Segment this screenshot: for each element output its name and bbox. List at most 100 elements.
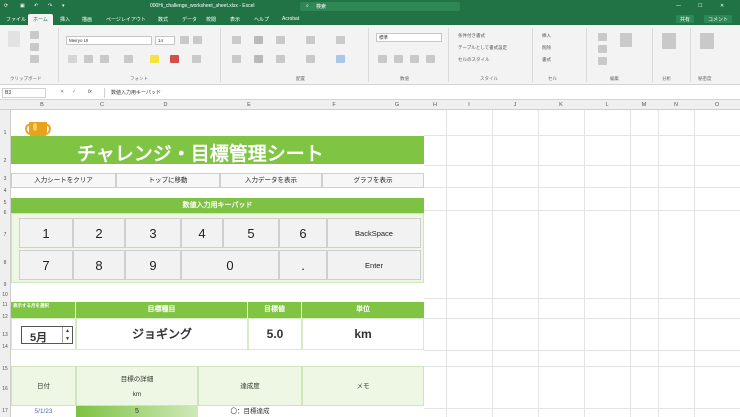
month-select[interactable]: 5月 ▲ ▼ xyxy=(21,326,73,344)
share-button[interactable]: 共有 xyxy=(676,15,695,23)
decimal-icon[interactable] xyxy=(426,55,435,63)
row-header[interactable]: 8 xyxy=(0,260,10,266)
column-header[interactable]: J xyxy=(492,102,538,108)
row-header[interactable]: 5 xyxy=(0,200,10,206)
tab-review[interactable]: 校閲 xyxy=(206,16,216,23)
row-header[interactable]: 6 xyxy=(0,210,10,216)
column-header[interactable]: N xyxy=(658,102,694,108)
redo-icon[interactable]: ↷ xyxy=(48,3,52,9)
row-header[interactable]: 12 xyxy=(0,314,10,320)
bold-icon[interactable] xyxy=(68,55,77,63)
maximize-icon[interactable]: ☐ xyxy=(698,3,702,9)
row-header[interactable]: 10 xyxy=(0,292,10,298)
undo-icon[interactable]: ↶ xyxy=(34,3,38,9)
tab-acrobat[interactable]: Acrobat xyxy=(282,16,299,22)
key-1[interactable]: 1 xyxy=(19,218,73,248)
align-top-icon[interactable] xyxy=(232,36,241,44)
qat-more-icon[interactable]: ▾ xyxy=(62,3,65,9)
close-icon[interactable]: ✕ xyxy=(720,3,724,9)
orientation-icon[interactable] xyxy=(306,36,315,44)
delete-cells-button[interactable]: 削除 xyxy=(542,45,551,51)
number-format-select[interactable]: 標準 xyxy=(376,33,442,42)
function-icon[interactable]: fx xyxy=(88,89,92,95)
formula-input[interactable]: 数値入力用キーパッド xyxy=(104,88,734,98)
font-color-icon[interactable] xyxy=(170,55,179,63)
align-left-icon[interactable] xyxy=(232,55,241,63)
align-middle-icon[interactable] xyxy=(254,36,263,44)
analyze-data-icon[interactable] xyxy=(662,33,676,49)
column-header[interactable]: G xyxy=(370,102,424,108)
currency-icon[interactable] xyxy=(378,55,387,63)
key-2[interactable]: 2 xyxy=(73,218,125,248)
comma-icon[interactable] xyxy=(410,55,419,63)
paste-icon[interactable] xyxy=(8,31,20,47)
row-header[interactable]: 7 xyxy=(0,232,10,238)
column-header[interactable]: I xyxy=(446,102,492,108)
conditional-format-button[interactable]: 条件付き書式 xyxy=(458,33,485,39)
minimize-icon[interactable]: — xyxy=(676,3,681,9)
sensitivity-icon[interactable] xyxy=(700,33,714,49)
tab-home[interactable]: ホーム xyxy=(28,14,53,25)
cancel-icon[interactable]: ✕ xyxy=(60,89,64,95)
key-3[interactable]: 3 xyxy=(125,218,181,248)
sort-filter-icon[interactable] xyxy=(620,33,632,47)
search-box[interactable]: ⌕ 検索 xyxy=(300,2,460,11)
row-header[interactable]: 9 xyxy=(0,282,10,288)
format-cells-button[interactable]: 書式 xyxy=(542,57,551,63)
align-right-icon[interactable] xyxy=(276,55,285,63)
font-name-select[interactable]: Meiryo UI xyxy=(66,36,152,45)
italic-icon[interactable] xyxy=(84,55,93,63)
format-as-table-button[interactable]: テーブルとして書式設定 xyxy=(458,45,507,51)
row-header[interactable]: 13 xyxy=(0,332,10,338)
unit-value[interactable]: km xyxy=(302,318,424,350)
column-header[interactable]: M xyxy=(630,102,658,108)
column-header[interactable]: E xyxy=(200,102,298,108)
insert-cells-button[interactable]: 挿入 xyxy=(542,33,551,39)
key-4[interactable]: 4 xyxy=(181,218,223,248)
tab-formulas[interactable]: 数式 xyxy=(158,16,168,23)
name-box[interactable]: B3 xyxy=(2,88,46,98)
copy-icon[interactable] xyxy=(30,43,39,51)
fill-color-icon[interactable] xyxy=(150,55,159,63)
comments-button[interactable]: コメント xyxy=(704,15,733,23)
font-size-select[interactable]: 14 xyxy=(155,36,175,45)
status-cell[interactable]: 〇：目標達成 xyxy=(198,406,302,417)
key-7[interactable]: 7 xyxy=(19,250,73,280)
key-6[interactable]: 6 xyxy=(279,218,327,248)
key-0[interactable]: 0 xyxy=(181,250,279,280)
autosave-icon[interactable]: ⟳ xyxy=(4,3,8,9)
key-5[interactable]: 5 xyxy=(223,218,279,248)
tab-insert[interactable]: 挿入 xyxy=(60,16,70,23)
shrink-font-icon[interactable] xyxy=(193,36,202,44)
value-bar-cell[interactable]: 5 xyxy=(76,406,198,417)
key-decimal[interactable]: . xyxy=(279,250,327,280)
column-header[interactable]: B xyxy=(11,102,73,108)
key-9[interactable]: 9 xyxy=(125,250,181,280)
column-header[interactable]: O xyxy=(694,102,740,108)
date-cell[interactable]: 5/1/23 xyxy=(11,406,76,417)
underline-icon[interactable] xyxy=(100,55,109,63)
column-header[interactable]: F xyxy=(298,102,370,108)
tab-data[interactable]: データ xyxy=(182,16,197,23)
tab-file[interactable]: ファイル xyxy=(6,16,26,23)
wrap-text-icon[interactable] xyxy=(336,36,345,44)
column-header[interactable]: L xyxy=(584,102,630,108)
column-header[interactable]: K xyxy=(538,102,584,108)
enter-icon[interactable]: ✓ xyxy=(72,89,76,95)
row-header[interactable]: 3 xyxy=(0,176,10,182)
borders-icon[interactable] xyxy=(124,55,133,63)
format-painter-icon[interactable] xyxy=(30,55,39,63)
row-header[interactable]: 11 xyxy=(0,302,10,308)
align-bottom-icon[interactable] xyxy=(276,36,285,44)
clear-input-button[interactable]: 入力シートをクリア xyxy=(11,173,116,188)
fill-icon[interactable] xyxy=(598,45,607,53)
tab-view[interactable]: 表示 xyxy=(230,16,240,23)
column-header[interactable]: C xyxy=(73,102,131,108)
tab-help[interactable]: ヘルプ xyxy=(254,16,269,23)
autosum-icon[interactable] xyxy=(598,33,607,41)
grow-font-icon[interactable] xyxy=(180,36,189,44)
cell-styles-button[interactable]: セルのスタイル xyxy=(458,57,490,63)
percent-icon[interactable] xyxy=(394,55,403,63)
go-top-button[interactable]: トップに移動 xyxy=(116,173,220,188)
row-header[interactable]: 17 xyxy=(0,408,10,414)
